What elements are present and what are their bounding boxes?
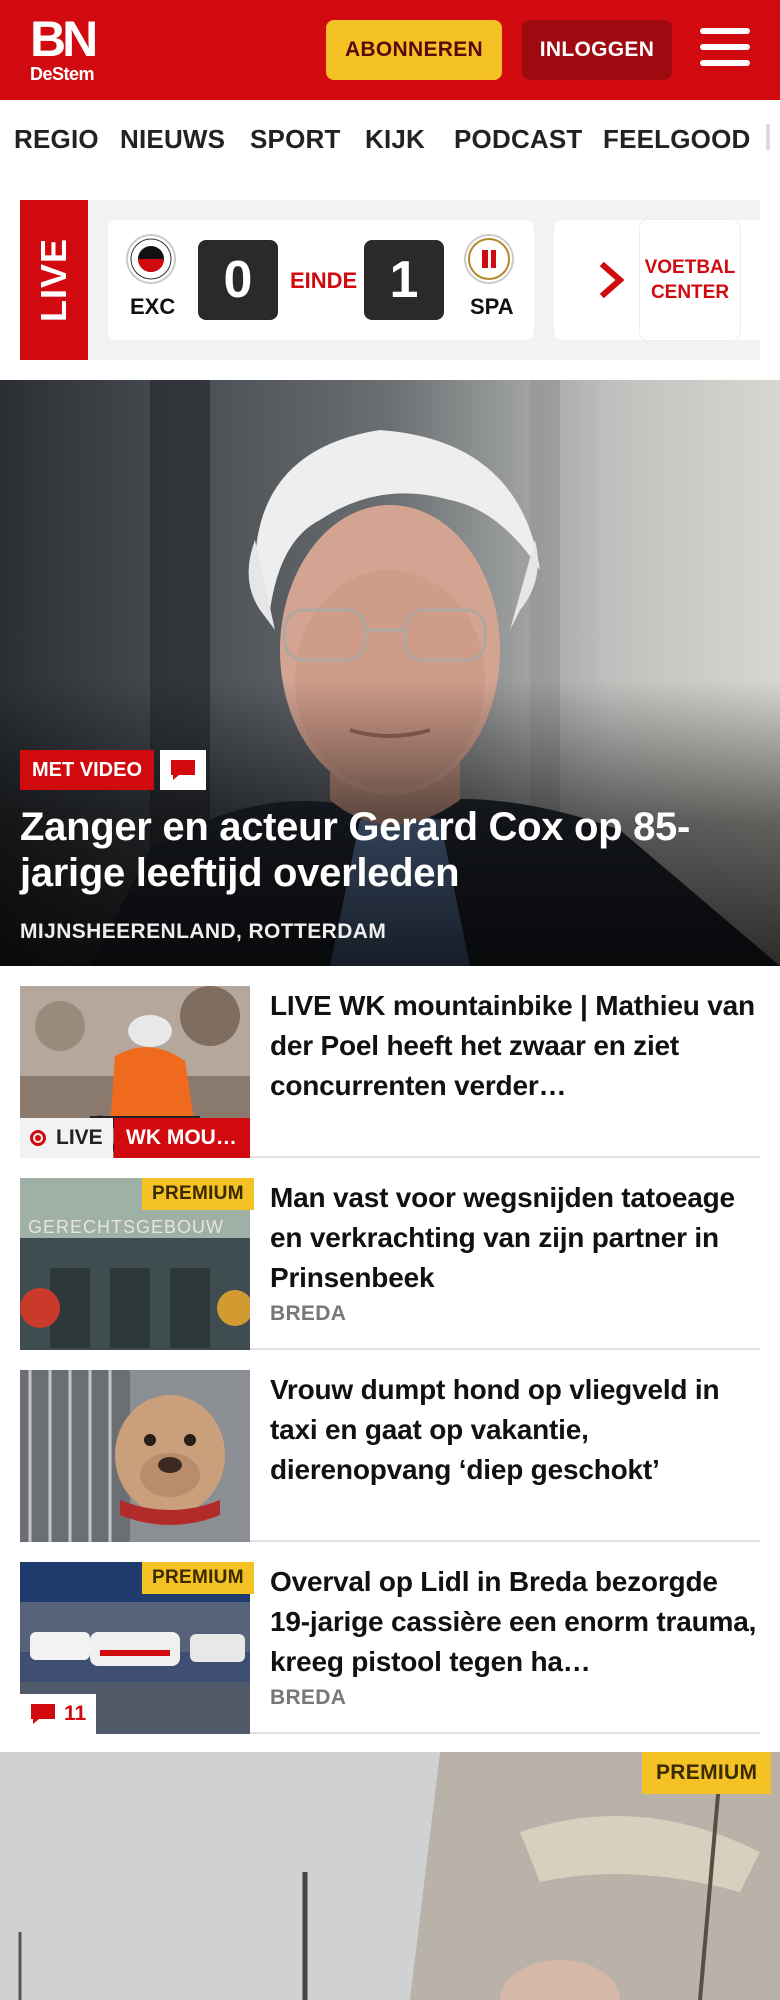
list-item[interactable]: PREMIUM 11 Overval op Lidl in Breda bezo… xyxy=(20,1542,760,1734)
match-status: EINDE xyxy=(290,268,358,293)
comment-count-badge[interactable]: 11 xyxy=(20,1694,97,1734)
excelsior-logo-icon xyxy=(126,234,176,284)
away-score: 1 xyxy=(364,240,444,320)
premium-badge: PREMIUM xyxy=(642,1752,772,1794)
nav-item-regio[interactable]: REGIO xyxy=(14,124,99,155)
nav-item-podcast[interactable]: PODCAST xyxy=(454,124,583,155)
hero-location: MIJNSHEERENLAND, ROTTERDAM xyxy=(20,920,387,943)
hero-article[interactable]: MET VIDEO Zanger en acteur Gerard Cox op… xyxy=(0,380,780,966)
main-navigation: REGIO NIEUWS SPORT KIJK PODCAST FEELGOOD xyxy=(0,100,780,180)
article-title[interactable]: LIVE WK mountainbike | Mathieu van der P… xyxy=(270,986,760,1106)
voetbal-center-line2: CENTER xyxy=(650,282,730,303)
article-title[interactable]: Overval op Lidl in Breda bezorgde 19-jar… xyxy=(270,1562,760,1682)
logo-main: BN xyxy=(30,11,98,67)
match-card[interactable]: EXC 0 EINDE 1 SPA xyxy=(108,220,534,340)
nav-item-sport[interactable]: SPORT xyxy=(250,124,341,155)
nav-item-feelgood[interactable]: FEELGOOD xyxy=(603,124,751,155)
nav-item-kijk[interactable]: KIJK xyxy=(365,124,425,155)
list-item[interactable]: Vrouw dumpt hond op vliegveld in taxi en… xyxy=(20,1350,760,1542)
sparta-logo-icon xyxy=(464,234,514,284)
subscribe-button[interactable]: ABONNEREN xyxy=(326,20,502,80)
login-button[interactable]: INLOGGEN xyxy=(522,20,672,80)
live-label: LIVE xyxy=(20,200,88,360)
comment-icon xyxy=(160,750,206,790)
comment-count: 11 xyxy=(64,1702,87,1725)
featured-article-image[interactable]: PREMIUM xyxy=(0,1752,780,2000)
nav-item-nieuws[interactable]: NIEUWS xyxy=(120,124,225,155)
menu-icon[interactable] xyxy=(700,28,750,72)
comment-icon xyxy=(31,1704,55,1724)
list-item[interactable]: LIVE WK MOU… LIVE WK mountainbike | Math… xyxy=(20,966,760,1158)
away-team-abbr: SPA xyxy=(470,294,514,319)
nav-overflow-indicator xyxy=(766,124,770,150)
article-title[interactable]: Man vast voor wegsnijden tatoeage en ver… xyxy=(270,1178,760,1298)
article-title[interactable]: Vrouw dumpt hond op vliegveld in taxi en… xyxy=(270,1370,760,1490)
courthouse-sign-text: GERECHTSGEBOUW xyxy=(28,1217,224,1237)
site-logo[interactable]: BN DeStem xyxy=(30,14,112,86)
home-team-abbr: EXC xyxy=(130,294,176,319)
chevron-right-icon xyxy=(599,261,625,299)
logo-sub: DeStem xyxy=(30,64,95,84)
live-indicator: LIVE xyxy=(20,1118,113,1158)
premium-badge: PREMIUM xyxy=(142,1562,254,1594)
article-location: BREDA xyxy=(270,1302,347,1325)
list-item[interactable]: GERECHTSGEBOUW PREMIUM Man vast voor weg… xyxy=(20,1158,760,1350)
category-tag: WK MOU… xyxy=(114,1118,250,1158)
home-score: 0 xyxy=(198,240,278,320)
live-scores-strip: LIVE EXC 0 EINDE 1 SPA VOETBAL CENTER xyxy=(20,200,760,360)
hero-title[interactable]: Zanger en acteur Gerard Cox op 85-jarige… xyxy=(20,804,760,896)
article-location: BREDA xyxy=(270,1686,347,1709)
site-header: BN DeStem ABONNEREN INLOGGEN xyxy=(0,0,780,100)
voetbal-center-button[interactable]: VOETBAL CENTER xyxy=(640,220,740,340)
video-badge: MET VIDEO xyxy=(20,750,155,790)
article-thumbnail xyxy=(20,1370,250,1542)
voetbal-center-line1: VOETBAL xyxy=(644,257,736,278)
premium-badge: PREMIUM xyxy=(142,1178,254,1210)
